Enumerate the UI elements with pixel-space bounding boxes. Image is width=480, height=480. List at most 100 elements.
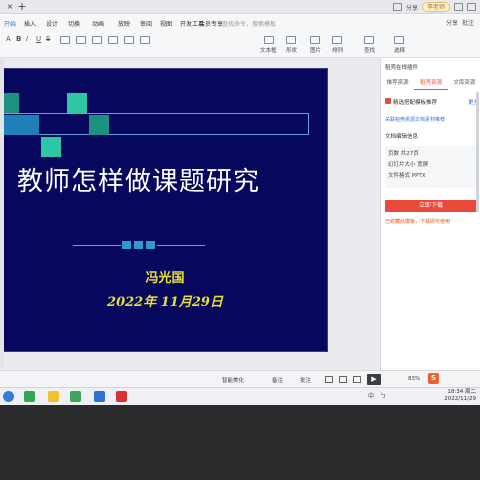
ime-mode[interactable]: ㄅ [380,391,386,400]
play-icon[interactable]: ▶ [367,374,381,385]
menu-item-slideshow[interactable]: 放映 [118,19,130,28]
wechat-icon[interactable] [70,391,81,402]
window-layout-icon[interactable] [392,3,402,11]
status-bar: 智能美化 备注 批注 ▶ 83% S [0,370,480,387]
user-badge[interactable]: 李老师 [421,2,450,12]
tab-library[interactable]: 文库资源 [448,76,480,90]
slide-title[interactable]: 教师怎样做课题研究 [17,161,260,198]
menu-item-start[interactable]: 开始 [4,19,16,28]
taskbar: 中 ㄅ 18:34 周二 2022/11/29 [0,387,480,405]
deco-square [67,93,87,113]
maximize-icon[interactable] [467,3,476,11]
slide-canvas[interactable]: 教师怎样做课题研究 冯光国 2022年 11月29日 [0,68,328,352]
minimize-icon[interactable] [454,3,463,11]
command-search[interactable]: 查找命令、搜索模板 [222,19,276,28]
select-label[interactable]: 选择 [394,46,405,54]
menu-right-actions: 分享 批注 [446,18,474,27]
menu-item-review[interactable]: 审阅 [140,19,152,28]
bold-icon[interactable]: B [16,35,21,43]
menu-item-view[interactable]: 视图 [160,19,172,28]
menu-comment-button[interactable]: 批注 [462,18,474,27]
smart-beautify-button[interactable]: 智能美化 [222,376,244,384]
tab-recommend[interactable]: 推荐资源 [381,76,414,90]
shape-icon[interactable] [286,36,296,44]
reading-view-icon[interactable] [353,376,361,383]
clock-date: 2022/11/29 [444,396,476,402]
decorative-band [1,113,309,135]
align-left-icon[interactable] [60,36,70,44]
line-spacing-icon[interactable] [140,36,150,44]
app-icon-blue[interactable] [94,391,105,402]
sorter-view-icon[interactable] [339,376,347,383]
title-bar: × + 分享 李老师 [0,0,480,14]
folder-icon[interactable] [48,391,59,402]
slide-author[interactable]: 冯光国 [1,267,329,286]
system-tray: 中 ㄅ [368,391,386,400]
share-button[interactable]: 分享 [406,3,418,12]
textbox-icon[interactable] [264,36,274,44]
menu-share-button[interactable]: 分享 [446,18,458,27]
side-panel: 稻壳在线插件 推荐资源 稻壳资源 文库资源 精选搭配模板推荐 更多 关联稻壳资源… [380,58,480,370]
related-link[interactable]: 关联稻壳资源文档素材推荐 [385,116,445,123]
separator-line [157,245,205,246]
recommend-text: 精选搭配模板推荐 [393,100,438,106]
indent-icon[interactable] [124,36,134,44]
slide-editor[interactable]: 教师怎样做课题研究 冯光国 2022年 11月29日 [0,58,380,370]
zoom-level[interactable]: 83% [408,376,420,382]
separator-square [134,241,143,249]
menu-item-transition[interactable]: 切换 [68,19,80,28]
deco-square [89,115,109,135]
screen: × + 分享 李老师 开始 插入 设计 切换 动画 放映 审阅 视图 开发工具 … [0,0,480,405]
doc-info-title: 文档编辑信息 [385,134,419,140]
menu-item-member[interactable]: 会员专享 [199,19,223,28]
arrange-label[interactable]: 排列 [332,46,343,54]
doc-info-line: 文件格式 PPTX [388,173,426,179]
doc-info-box: 页数 共27页 幻灯片大小 宽屏 文件格式 PPTX [385,146,477,188]
strikethrough-icon[interactable]: S [46,35,50,43]
font-color-icon[interactable]: A [6,35,11,43]
wps-taskbar-icon[interactable] [116,391,127,402]
menu-bar: 开始 插入 设计 切换 动画 放映 审阅 视图 开发工具 会员专享 查找命令、搜… [0,15,480,32]
recommend-icon [385,98,391,104]
picture-icon[interactable] [310,36,320,44]
download-button[interactable]: 立即下载 [385,200,477,212]
side-panel-title: 稻壳在线插件 [385,65,419,71]
underline-icon[interactable]: U [36,35,41,43]
menu-item-design[interactable]: 设计 [46,19,58,28]
recommend-label: 精选搭配模板推荐 [385,98,437,112]
side-panel-scrollbar[interactable] [476,92,479,212]
select-icon[interactable] [394,36,404,44]
slide-date[interactable]: 2022年 11月29日 [1,291,329,310]
find-label[interactable]: 查找 [364,46,375,54]
bullets-icon[interactable] [92,36,102,44]
picture-label[interactable]: 图片 [310,46,321,54]
normal-view-icon[interactable] [325,376,333,383]
numbering-icon[interactable] [108,36,118,44]
separator-line [73,245,121,246]
align-center-icon[interactable] [76,36,86,44]
recommend-row[interactable]: 精选搭配模板推荐 更多 [385,98,479,112]
menu-item-insert[interactable]: 插入 [24,19,36,28]
edge-icon[interactable] [3,391,14,402]
deco-square [19,115,39,135]
notes-button[interactable]: 备注 [272,376,283,384]
separator-square [146,241,155,249]
new-tab-button[interactable]: + [14,1,30,13]
shape-label[interactable]: 形状 [286,46,297,54]
app-icon-green[interactable] [24,391,35,402]
window-controls: 分享 李老师 [392,1,476,13]
italic-icon[interactable]: I [26,35,28,43]
deco-square [41,137,61,157]
comments-button[interactable]: 批注 [300,376,311,384]
separator-square [122,241,131,249]
menu-item-animation[interactable]: 动画 [92,19,104,28]
clock-time: 18:34 周二 [447,389,476,395]
textbox-label[interactable]: 文本框 [260,46,277,54]
wps-logo-icon: S [428,373,439,384]
find-icon[interactable] [364,36,374,44]
arrange-icon[interactable] [332,36,342,44]
ime-indicator[interactable]: 中 [368,391,374,400]
tab-docer[interactable]: 稻壳资源 [414,76,448,90]
left-gutter [0,58,4,368]
clock[interactable]: 18:34 周二 2022/11/29 [444,389,476,403]
